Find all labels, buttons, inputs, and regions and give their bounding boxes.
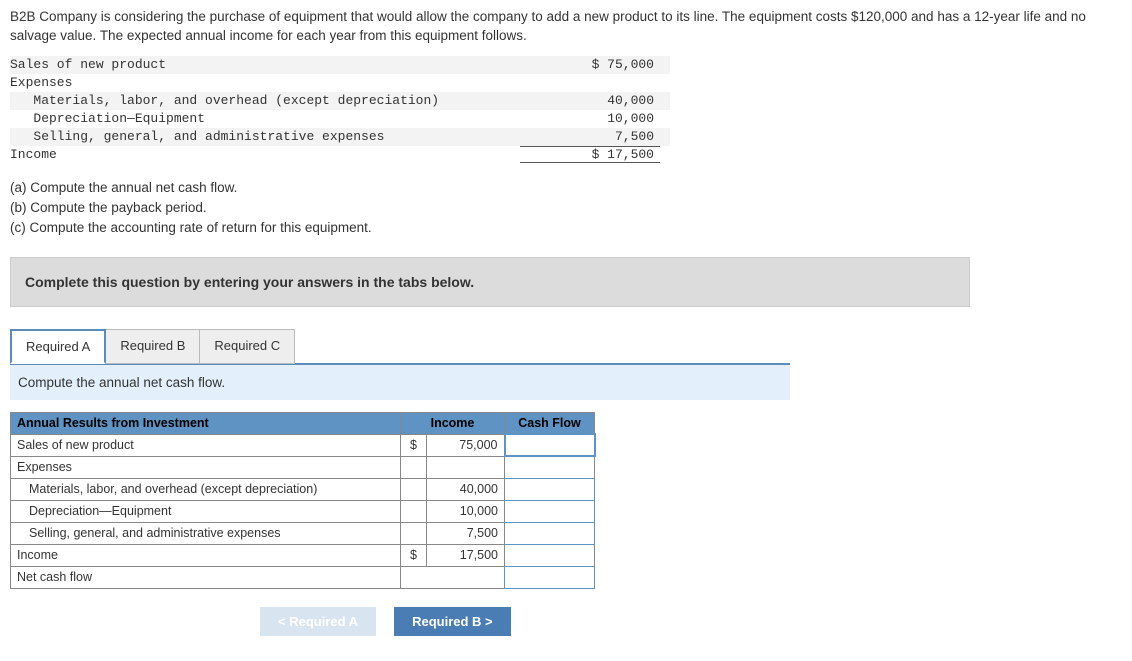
row-label: Depreciation—Equipment [11, 500, 401, 522]
tab-required-c[interactable]: Required C [199, 329, 295, 364]
answer-table: Annual Results from Investment Income Ca… [10, 412, 596, 589]
given-row-label: Materials, labor, and overhead (except d… [10, 93, 520, 108]
table-row: Materials, labor, and overhead (except d… [11, 478, 595, 500]
nav-buttons: < Required A Required B > [10, 607, 1122, 636]
given-row-value: 40,000 [520, 93, 660, 108]
given-row-value: $ 17,500 [520, 146, 660, 163]
row-cashflow-cell [505, 456, 595, 478]
given-data-table: Sales of new product$ 75,000 Expenses Ma… [10, 56, 670, 164]
given-row-value: $ 75,000 [520, 57, 660, 72]
given-row-label: Sales of new product [10, 57, 520, 72]
row-currency: $ [401, 544, 427, 566]
row-currency [401, 500, 427, 522]
given-row-label: Expenses [10, 75, 520, 90]
row-income-value: 40,000 [427, 478, 505, 500]
table-row: Expenses [11, 456, 595, 478]
given-row-label: Income [10, 147, 520, 162]
row-label: Net cash flow [11, 566, 401, 588]
row-income-value [427, 456, 505, 478]
row-cashflow-input[interactable] [505, 478, 595, 500]
instruction-bar: Complete this question by entering your … [10, 257, 970, 307]
given-row-value: 7,500 [520, 129, 660, 144]
row-currency [401, 566, 427, 588]
given-row-label: Selling, general, and administrative exp… [10, 129, 520, 144]
problem-intro: B2B Company is considering the purchase … [10, 8, 1110, 46]
row-label: Sales of new product [11, 434, 401, 456]
row-income-value: 75,000 [427, 434, 505, 456]
row-label: Expenses [11, 456, 401, 478]
header-cashflow: Cash Flow [505, 412, 595, 434]
given-row-value: 10,000 [520, 111, 660, 126]
row-cashflow-cell [505, 544, 595, 566]
row-label: Selling, general, and administrative exp… [11, 522, 401, 544]
sub-instruction: Compute the annual net cash flow. [10, 365, 790, 400]
prev-button[interactable]: < Required A [260, 607, 376, 636]
row-cashflow-input[interactable] [505, 434, 595, 456]
row-income-value: 17,500 [427, 544, 505, 566]
row-income-value: 7,500 [427, 522, 505, 544]
row-cashflow-input[interactable] [505, 566, 595, 588]
tab-strip: Required A Required B Required C [10, 329, 1122, 364]
row-income-value: 10,000 [427, 500, 505, 522]
row-label: Materials, labor, and overhead (except d… [11, 478, 401, 500]
row-currency [401, 478, 427, 500]
table-row: Depreciation—Equipment 10,000 [11, 500, 595, 522]
row-currency [401, 522, 427, 544]
tab-required-a[interactable]: Required A [10, 329, 106, 364]
table-row: Net cash flow [11, 566, 595, 588]
row-income-value [427, 566, 505, 588]
row-currency: $ [401, 434, 427, 456]
table-row: Selling, general, and administrative exp… [11, 522, 595, 544]
question-c: (c) Compute the accounting rate of retur… [10, 218, 1122, 238]
table-row: Sales of new product $ 75,000 [11, 434, 595, 456]
row-cashflow-input[interactable] [505, 522, 595, 544]
tab-required-b[interactable]: Required B [105, 329, 200, 364]
row-cashflow-input[interactable] [505, 500, 595, 522]
next-button[interactable]: Required B > [394, 607, 511, 636]
question-list: (a) Compute the annual net cash flow. (b… [10, 178, 1122, 239]
row-currency [401, 456, 427, 478]
header-income: Income [401, 412, 505, 434]
table-row: Income $ 17,500 [11, 544, 595, 566]
given-row-label: Depreciation—Equipment [10, 111, 520, 126]
question-b: (b) Compute the payback period. [10, 198, 1122, 218]
question-a: (a) Compute the annual net cash flow. [10, 178, 1122, 198]
row-label: Income [11, 544, 401, 566]
header-main: Annual Results from Investment [11, 412, 401, 434]
